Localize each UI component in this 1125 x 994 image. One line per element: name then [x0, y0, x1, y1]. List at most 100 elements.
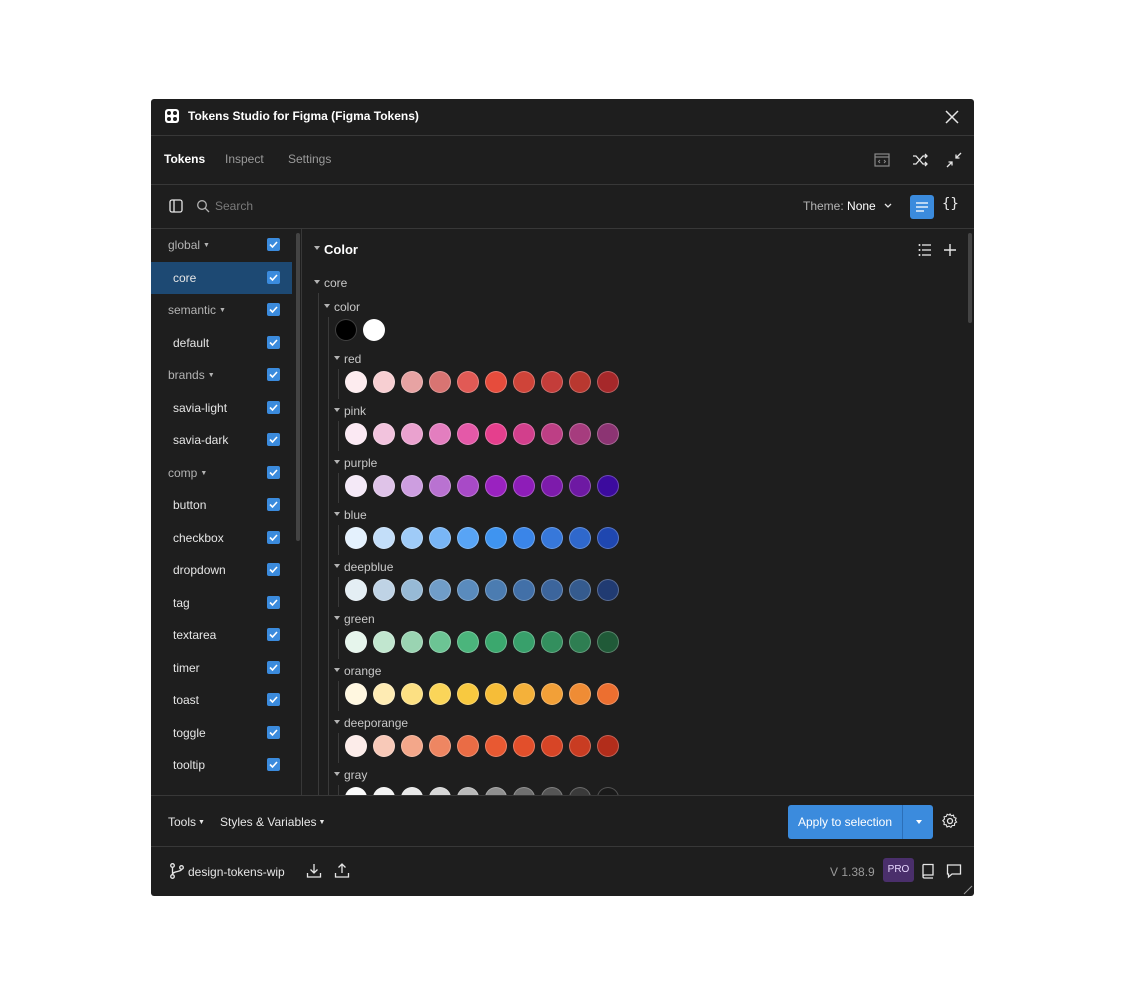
sidebar-item-brands[interactable]: brands ▼	[151, 359, 292, 391]
sidebar-item-semantic[interactable]: semantic ▼	[151, 294, 292, 326]
tab-tokens[interactable]: Tokens	[164, 152, 205, 166]
color-swatch[interactable]	[513, 579, 535, 601]
color-swatch[interactable]	[401, 371, 423, 393]
checkbox[interactable]	[267, 628, 280, 641]
color-swatch[interactable]	[485, 423, 507, 445]
caret-down-icon[interactable]	[334, 668, 340, 672]
color-swatch[interactable]	[597, 371, 619, 393]
color-swatch[interactable]	[345, 475, 367, 497]
sidebar-item-toggle[interactable]: toggle	[151, 717, 292, 749]
caret-down-icon[interactable]	[334, 772, 340, 776]
search-input[interactable]: Search	[215, 199, 253, 213]
color-swatch[interactable]	[345, 683, 367, 705]
color-swatch[interactable]	[541, 527, 563, 549]
color-swatch[interactable]	[457, 787, 479, 795]
color-swatch[interactable]	[541, 787, 563, 795]
color-swatch[interactable]	[569, 631, 591, 653]
color-swatch[interactable]	[429, 683, 451, 705]
color-swatch[interactable]	[513, 371, 535, 393]
caret-down-icon[interactable]	[334, 460, 340, 464]
color-swatch[interactable]	[345, 423, 367, 445]
color-swatch[interactable]	[513, 683, 535, 705]
caret-down-icon[interactable]	[334, 720, 340, 724]
checkbox[interactable]	[267, 530, 280, 544]
color-swatch[interactable]	[569, 371, 591, 393]
color-swatch[interactable]	[457, 683, 479, 705]
color-swatch[interactable]	[373, 735, 395, 757]
color-swatch[interactable]	[485, 579, 507, 601]
color-swatch[interactable]	[541, 735, 563, 757]
caret-down-icon[interactable]	[334, 564, 340, 568]
checkbox[interactable]	[267, 693, 280, 706]
palette-label-blue[interactable]: blue	[344, 508, 367, 522]
checkbox[interactable]	[267, 660, 280, 674]
sidebar-item-button[interactable]: button	[151, 489, 292, 521]
download-icon[interactable]	[305, 862, 323, 880]
color-swatch[interactable]	[457, 527, 479, 549]
sidebar-item-core[interactable]: core	[151, 261, 292, 294]
color-swatch[interactable]	[429, 735, 451, 757]
color-swatch[interactable]	[513, 735, 535, 757]
sidebar-item-comp[interactable]: comp ▼	[151, 457, 292, 489]
palette-label-pink[interactable]: pink	[344, 404, 366, 418]
color-swatch[interactable]	[513, 475, 535, 497]
color-swatch[interactable]	[373, 527, 395, 549]
color-swatch[interactable]	[513, 423, 535, 445]
sidebar-scrollbar[interactable]	[296, 233, 300, 541]
color-swatch[interactable]	[513, 787, 535, 795]
color-swatch[interactable]	[541, 683, 563, 705]
color-swatch[interactable]	[485, 735, 507, 757]
checkbox[interactable]	[267, 238, 280, 251]
color-swatch[interactable]	[569, 475, 591, 497]
pro-badge[interactable]: PRO	[883, 858, 914, 882]
color-swatch[interactable]	[373, 683, 395, 705]
checkbox[interactable]	[267, 498, 280, 511]
caret-down-icon[interactable]	[324, 304, 330, 308]
tools-menu[interactable]: Tools ▼	[168, 815, 205, 829]
checkbox[interactable]	[267, 400, 280, 414]
main-scrollbar[interactable]	[968, 233, 972, 323]
checkbox[interactable]	[267, 758, 280, 771]
caret-down-icon[interactable]	[334, 408, 340, 412]
palette-label-purple[interactable]: purple	[344, 456, 377, 470]
color-swatch[interactable]	[541, 475, 563, 497]
color-swatch[interactable]	[373, 423, 395, 445]
color-swatch[interactable]	[569, 683, 591, 705]
sidebar-item-timer[interactable]: timer	[151, 652, 292, 684]
checkbox[interactable]	[267, 335, 280, 349]
color-swatch[interactable]	[597, 527, 619, 549]
color-swatch[interactable]	[513, 527, 535, 549]
color-swatch[interactable]	[429, 527, 451, 549]
color-swatch[interactable]	[373, 475, 395, 497]
color-swatch[interactable]	[597, 579, 619, 601]
color-swatch[interactable]	[429, 423, 451, 445]
color-swatch[interactable]	[457, 371, 479, 393]
browser-code-icon[interactable]	[872, 150, 892, 170]
upload-icon[interactable]	[333, 862, 351, 880]
color-swatch[interactable]	[597, 683, 619, 705]
color-swatch[interactable]	[401, 579, 423, 601]
color-swatch[interactable]	[597, 735, 619, 757]
checkbox[interactable]	[267, 270, 280, 284]
palette-label-gray[interactable]: gray	[344, 768, 367, 782]
color-swatch[interactable]	[541, 631, 563, 653]
sidebar-item-tag[interactable]: tag	[151, 587, 292, 619]
color-swatch[interactable]	[597, 423, 619, 445]
checkbox[interactable]	[267, 465, 280, 479]
color-swatch[interactable]	[597, 631, 619, 653]
sidebar-item-textarea[interactable]: textarea	[151, 619, 292, 651]
shuffle-icon[interactable]	[910, 150, 930, 170]
color-swatch[interactable]	[345, 579, 367, 601]
color-swatch[interactable]	[541, 423, 563, 445]
checkbox[interactable]	[267, 563, 280, 576]
palette-label-orange[interactable]: orange	[344, 664, 381, 678]
color-swatch[interactable]	[485, 631, 507, 653]
sidebar-item-tooltip[interactable]: tooltip	[151, 749, 292, 781]
book-icon[interactable]	[919, 862, 937, 880]
apply-to-selection-button[interactable]: Apply to selection	[788, 805, 902, 839]
json-view-icon[interactable]: {}	[942, 196, 959, 212]
token-subgroup-label[interactable]: color	[334, 300, 360, 314]
color-swatch[interactable]	[597, 787, 619, 795]
checkbox[interactable]	[267, 303, 280, 316]
color-swatch[interactable]	[401, 527, 423, 549]
